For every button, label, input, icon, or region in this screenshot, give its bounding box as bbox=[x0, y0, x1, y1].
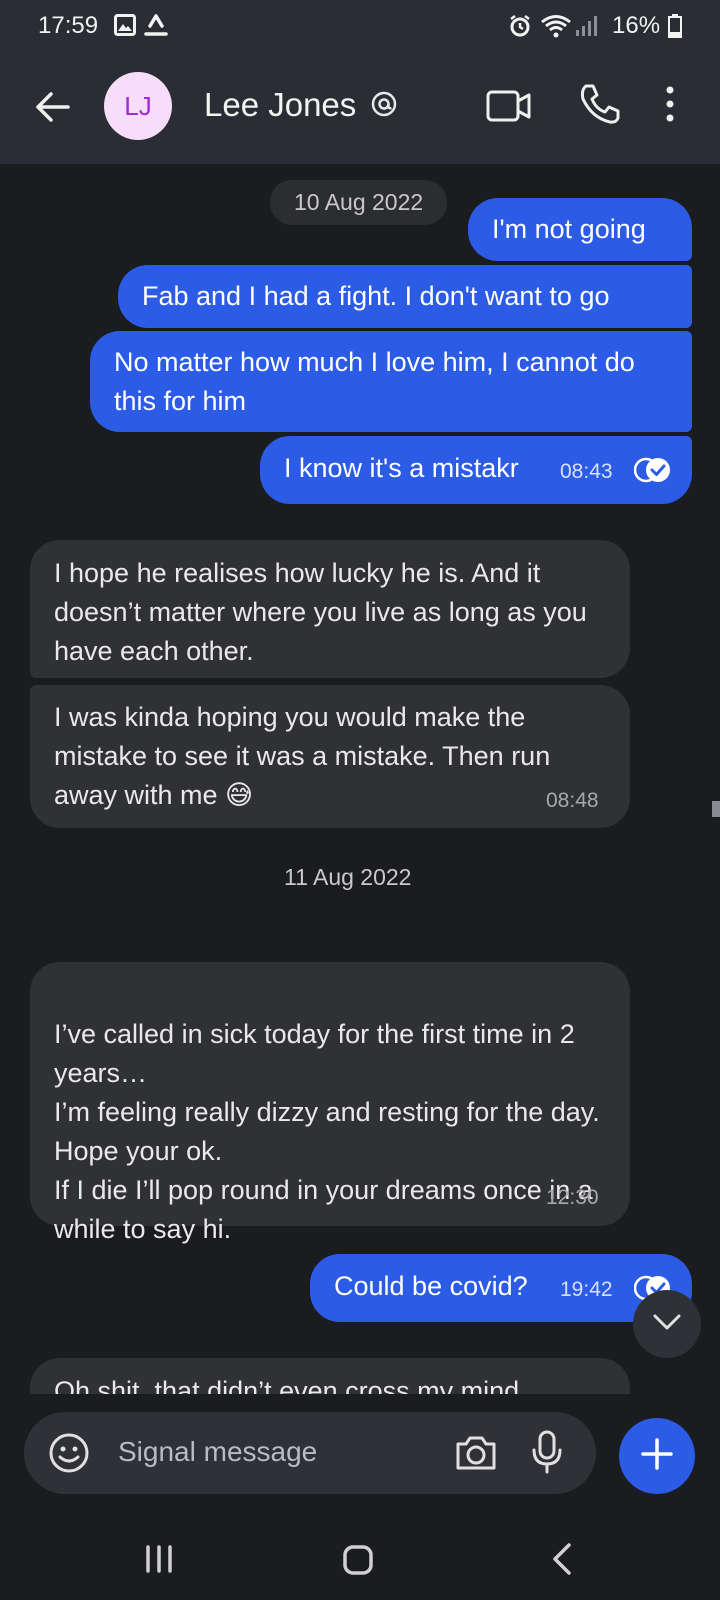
message-text: I hope he realises how lucky he is. And … bbox=[54, 558, 587, 666]
date-divider: 11 Aug 2022 bbox=[284, 864, 412, 890]
recents-icon[interactable] bbox=[144, 1544, 174, 1579]
more-vert-icon[interactable] bbox=[664, 84, 676, 129]
message-text: Fab and I had a fight. I don't want to g… bbox=[142, 281, 610, 311]
message-time: 19:42 bbox=[560, 1278, 613, 1301]
message-list[interactable]: 10 Aug 2022 I'm not going Fab and I had … bbox=[0, 164, 720, 1394]
recycle-icon bbox=[143, 14, 169, 43]
message-input[interactable]: Signal message bbox=[24, 1412, 596, 1494]
message-text: No matter how much I love him, I cannot … bbox=[114, 347, 635, 416]
incoming-message[interactable]: I hope he realises how lucky he is. And … bbox=[30, 540, 630, 678]
alarm-icon bbox=[508, 14, 532, 43]
battery-percent: 16% bbox=[612, 12, 661, 39]
scroll-to-bottom-button[interactable] bbox=[633, 1290, 701, 1358]
incoming-message[interactable]: I’ve called in sick today for the first … bbox=[30, 962, 630, 1244]
chevron-down-icon bbox=[652, 1313, 682, 1336]
phone-icon[interactable] bbox=[578, 82, 622, 131]
at-badge-icon bbox=[370, 90, 398, 123]
signal-icon bbox=[574, 14, 600, 43]
battery-icon bbox=[668, 14, 682, 43]
date-divider: 10 Aug 2022 bbox=[270, 180, 448, 225]
outgoing-message[interactable]: No matter how much I love him, I cannot … bbox=[90, 331, 692, 432]
incoming-message[interactable]: Oh shit, that didn’t even cross my mind bbox=[30, 1358, 630, 1394]
message-text: I’ve called in sick today for the first … bbox=[54, 1019, 600, 1244]
message-text: Could be covid? bbox=[334, 1271, 528, 1301]
mic-icon[interactable] bbox=[530, 1430, 564, 1479]
message-text: I'm not going bbox=[492, 214, 646, 244]
system-navigation-bar bbox=[0, 1518, 720, 1600]
scroll-indicator[interactable] bbox=[712, 801, 720, 817]
plus-icon bbox=[640, 1437, 674, 1476]
status-time: 17:59 bbox=[38, 12, 99, 39]
video-call-icon[interactable] bbox=[486, 86, 532, 131]
read-receipt-icon bbox=[633, 456, 672, 495]
back-arrow-icon[interactable] bbox=[30, 84, 76, 130]
message-time: 08:48 bbox=[546, 789, 599, 812]
conversation-header: LJ Lee Jones bbox=[0, 52, 720, 164]
contact-name[interactable]: Lee Jones bbox=[204, 86, 356, 124]
composer: Signal message bbox=[0, 1394, 720, 1518]
image-icon bbox=[114, 14, 136, 41]
outgoing-message[interactable]: Fab and I had a fight. I don't want to g… bbox=[118, 265, 692, 328]
message-text: Oh shit, that didn’t even cross my mind bbox=[54, 1376, 520, 1394]
attach-button[interactable] bbox=[619, 1418, 695, 1494]
message-input-placeholder[interactable]: Signal message bbox=[118, 1436, 317, 1468]
message-time: 08:43 bbox=[560, 460, 613, 483]
outgoing-message[interactable]: I'm not going bbox=[468, 198, 692, 261]
outgoing-message[interactable]: I know it's a mistakr 08:43 bbox=[260, 436, 692, 504]
incoming-message[interactable]: I was kinda hoping you would make the mi… bbox=[30, 685, 630, 828]
status-bar: 17:59 16% bbox=[0, 0, 720, 52]
message-text: I was kinda hoping you would make the mi… bbox=[54, 702, 551, 810]
emoji-icon[interactable] bbox=[48, 1432, 90, 1479]
message-time: 12:30 bbox=[546, 1186, 599, 1209]
camera-icon[interactable] bbox=[454, 1432, 498, 1477]
home-icon[interactable] bbox=[342, 1544, 374, 1581]
avatar[interactable]: LJ bbox=[104, 72, 172, 140]
wifi-icon bbox=[540, 14, 572, 43]
nav-back-icon[interactable] bbox=[550, 1542, 576, 1581]
